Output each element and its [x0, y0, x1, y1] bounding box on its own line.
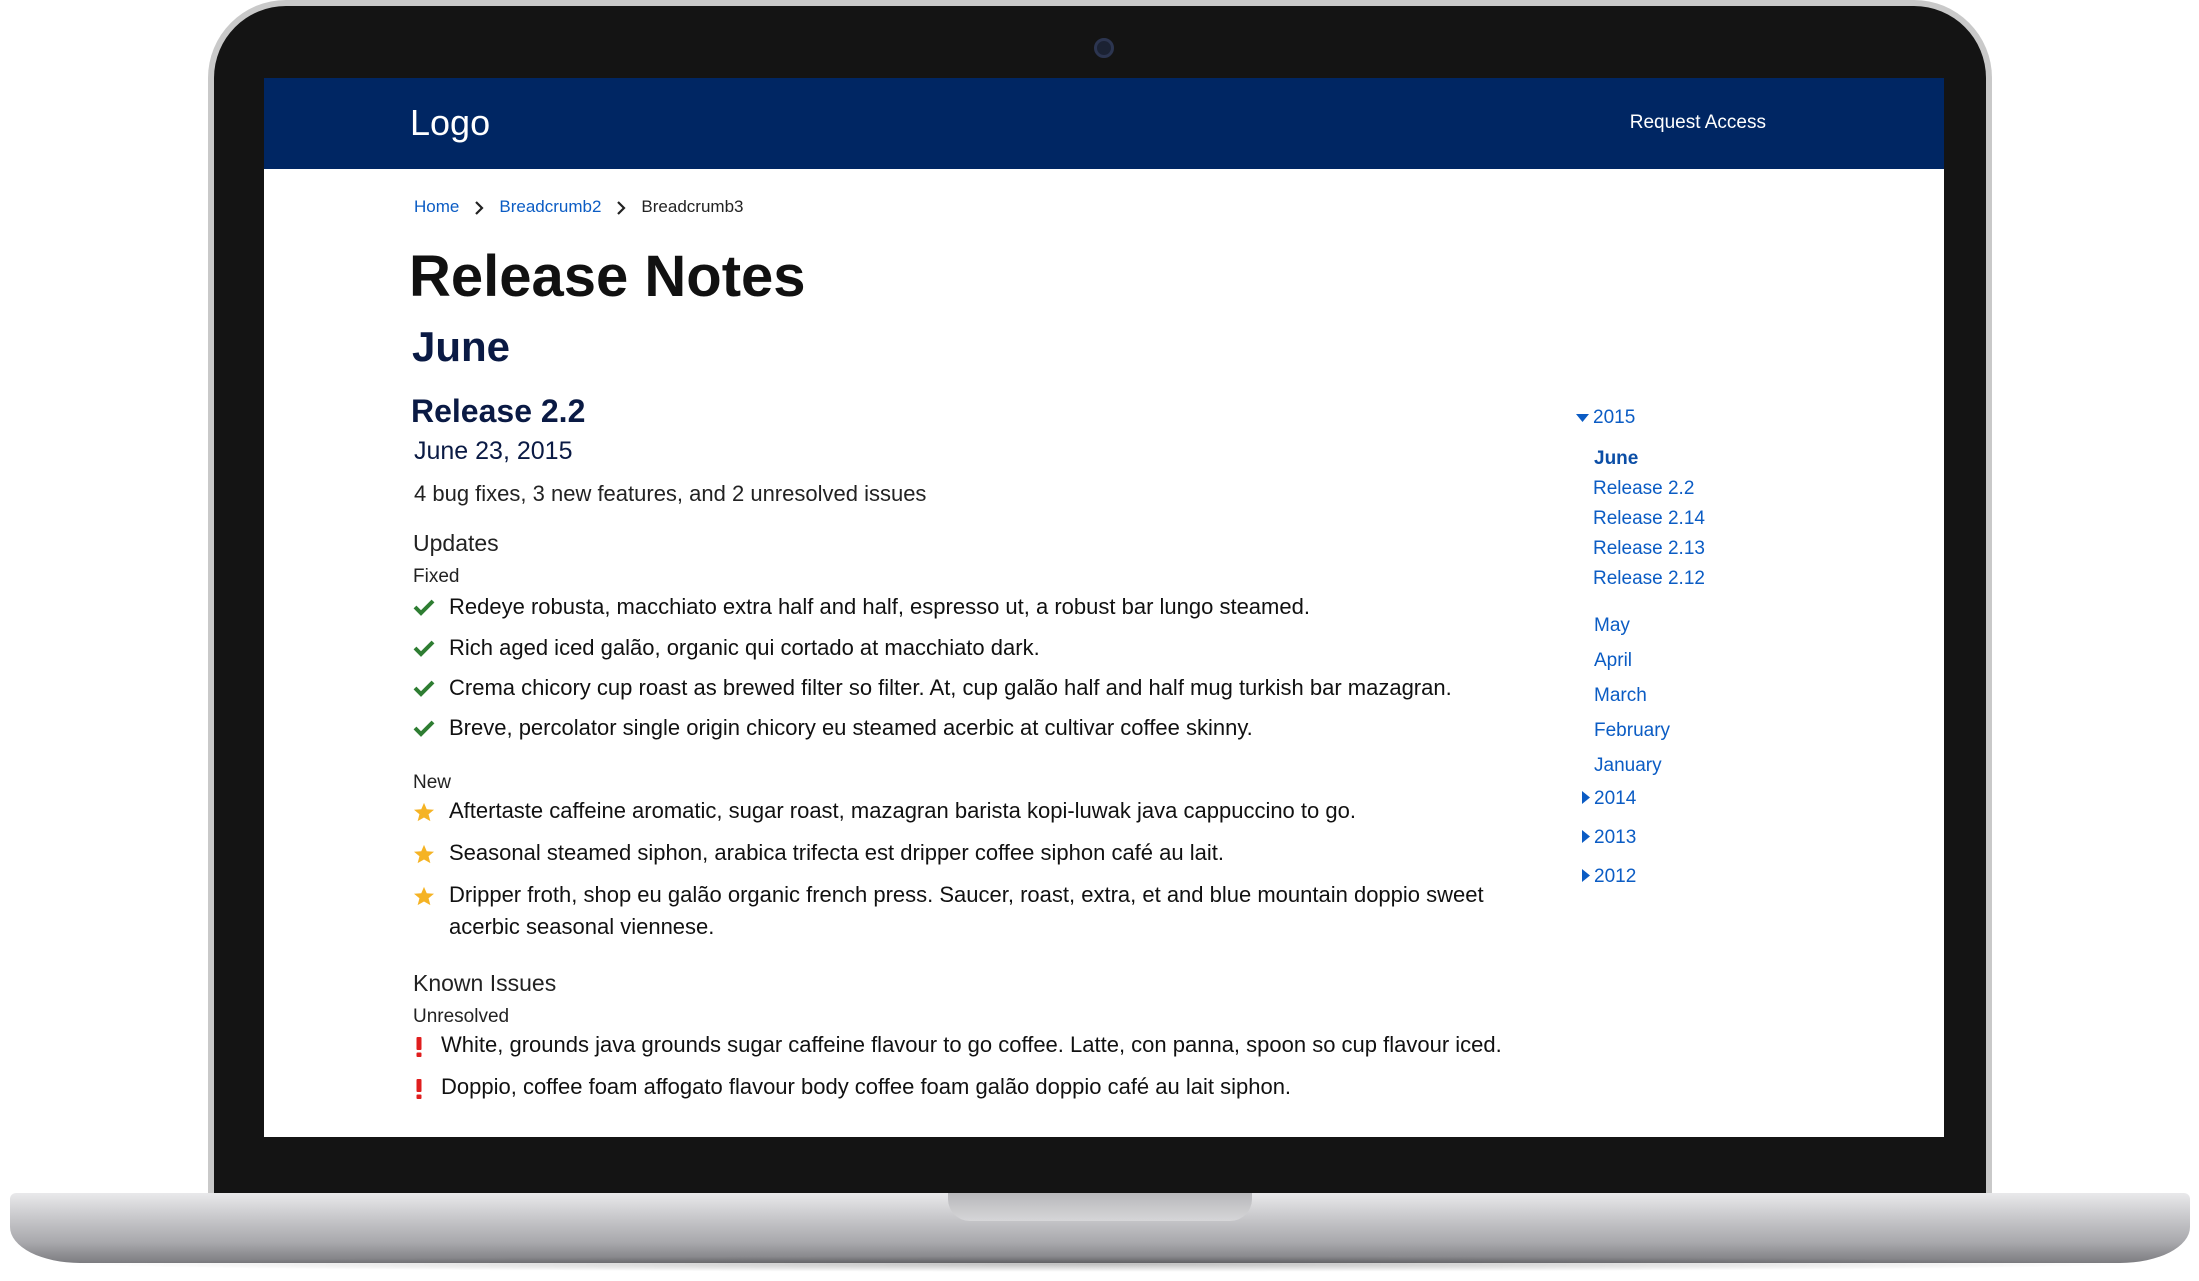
tree-year-item[interactable]: 2014 — [1582, 788, 1636, 810]
top-navigation-bar: Logo Request Access — [264, 78, 1944, 169]
new-item: Seasonal steamed siphon, arabica trifect… — [413, 837, 1513, 873]
laptop-notch — [948, 1193, 1252, 1221]
tree-month-item[interactable]: March — [1594, 685, 1647, 707]
caret-right-icon — [1582, 866, 1594, 888]
tree-release-item[interactable]: Release 2.14 — [1593, 508, 1705, 530]
new-item: Dripper froth, shop eu galão organic fre… — [413, 879, 1493, 943]
unresolved-label: Unresolved — [413, 1006, 510, 1027]
tree-release-item[interactable]: Release 2.2 — [1593, 478, 1694, 500]
breadcrumb-2[interactable]: Breadcrumb2 — [499, 197, 601, 217]
page-title: Release Notes — [409, 244, 806, 309]
tree-month-item[interactable]: February — [1594, 720, 1670, 742]
star-icon — [413, 837, 449, 873]
unresolved-item: White, grounds java grounds sugar caffei… — [413, 1029, 1513, 1067]
fixed-item-text: Rich aged iced galão, organic qui cortad… — [449, 635, 1040, 660]
tree-month-item[interactable]: April — [1594, 650, 1632, 672]
fixed-item: Redeye robusta, macchiato extra half and… — [413, 591, 1513, 625]
caret-right-icon — [1582, 827, 1594, 849]
fixed-item: Breve, percolator single origin chicory … — [413, 712, 1513, 746]
release-heading: Release 2.2 — [411, 393, 586, 429]
request-access-link[interactable]: Request Access — [1630, 112, 1766, 134]
check-icon — [413, 591, 449, 625]
unresolved-item-text: White, grounds java grounds sugar caffei… — [441, 1032, 1502, 1057]
star-icon — [413, 879, 449, 915]
new-item: Aftertaste caffeine aromatic, sugar roas… — [413, 795, 1513, 831]
fixed-item-text: Breve, percolator single origin chicory … — [449, 715, 1253, 740]
fixed-item-text: Crema chicory cup roast as brewed filter… — [449, 675, 1452, 700]
exclamation-icon — [413, 1071, 441, 1109]
laptop-shadow — [60, 1256, 2140, 1272]
release-date: June 23, 2015 — [414, 437, 573, 465]
fixed-item: Crema chicory cup roast as brewed filter… — [413, 672, 1513, 706]
breadcrumb: Home Breadcrumb2 Breadcrumb3 — [414, 192, 743, 222]
tree-year-label: 2014 — [1594, 788, 1637, 809]
fixed-item-text: Redeye robusta, macchiato extra half and… — [449, 594, 1310, 619]
known-issues-heading: Known Issues — [413, 970, 557, 996]
check-icon — [413, 712, 449, 746]
updates-heading: Updates — [413, 530, 499, 556]
laptop-screen: Logo Request Access Home Breadcrumb2 Bre… — [264, 78, 1944, 1137]
chevron-right-icon — [459, 197, 499, 217]
tree-year-2015[interactable]: 2015 — [1576, 407, 1635, 429]
unresolved-item-text: Doppio, coffee foam affogato flavour bod… — [441, 1074, 1292, 1099]
exclamation-icon — [413, 1029, 441, 1067]
tree-release-item[interactable]: Release 2.13 — [1593, 538, 1705, 560]
unresolved-item: Doppio, coffee foam affogato flavour bod… — [413, 1071, 1513, 1109]
new-item-text: Seasonal steamed siphon, arabica trifect… — [449, 840, 1224, 865]
webcam — [1094, 38, 1114, 58]
caret-down-icon — [1576, 407, 1593, 429]
month-heading: June — [412, 323, 511, 370]
logo[interactable]: Logo — [410, 102, 490, 144]
tree-year-item[interactable]: 2012 — [1582, 866, 1636, 888]
fixed-item: Rich aged iced galão, organic qui cortad… — [413, 632, 1513, 666]
check-icon — [413, 632, 449, 666]
tree-month-june[interactable]: June — [1594, 448, 1638, 470]
tree-release-item[interactable]: Release 2.12 — [1593, 568, 1705, 590]
check-icon — [413, 672, 449, 706]
fixed-label: Fixed — [413, 566, 460, 587]
caret-right-icon — [1582, 788, 1594, 810]
tree-month-item[interactable]: May — [1594, 615, 1630, 637]
breadcrumb-current: Breadcrumb3 — [641, 197, 744, 216]
tree-month-item[interactable]: January — [1594, 755, 1662, 777]
tree-year-item[interactable]: 2013 — [1582, 827, 1636, 849]
tree-year-label: 2015 — [1593, 407, 1636, 428]
new-item-text: Dripper froth, shop eu galão organic fre… — [449, 882, 1484, 939]
star-icon — [413, 795, 449, 831]
breadcrumb-home[interactable]: Home — [414, 197, 459, 217]
chevron-right-icon — [601, 197, 641, 217]
tree-year-label: 2013 — [1594, 827, 1637, 848]
new-item-text: Aftertaste caffeine aromatic, sugar roas… — [449, 798, 1356, 823]
release-summary: 4 bug fixes, 3 new features, and 2 unres… — [414, 481, 927, 506]
new-label: New — [413, 772, 452, 793]
tree-year-label: 2012 — [1594, 866, 1637, 887]
